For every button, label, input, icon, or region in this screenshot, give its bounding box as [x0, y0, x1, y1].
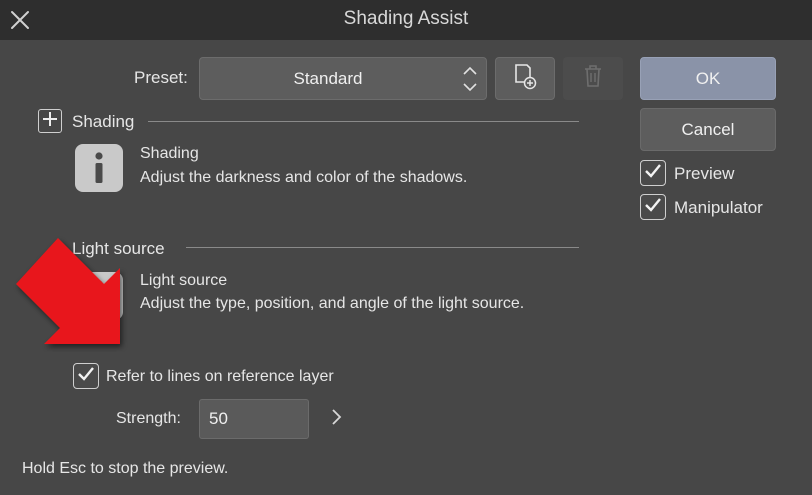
- reference-layer-checkbox[interactable]: [73, 363, 99, 389]
- light-section-header: Light source: [72, 239, 165, 258]
- strength-slider-toggle[interactable]: [322, 404, 350, 434]
- light-divider: [186, 247, 579, 248]
- footer-hint: Hold Esc to stop the preview.: [22, 460, 229, 477]
- add-preset-icon: [512, 62, 538, 95]
- preview-label: Preview: [674, 164, 735, 183]
- shading-expand-button[interactable]: [38, 109, 62, 133]
- title-bar: Shading Assist: [0, 0, 812, 40]
- info-icon: [75, 272, 123, 320]
- preset-label: Preset:: [134, 68, 188, 87]
- reference-layer-label: Refer to lines on reference layer: [106, 368, 334, 385]
- shading-divider: [148, 121, 579, 122]
- preset-select[interactable]: Standard: [199, 57, 487, 100]
- add-preset-button[interactable]: [495, 57, 555, 100]
- checkmark-icon: [76, 364, 96, 389]
- info-icon: [75, 144, 123, 192]
- plus-icon: [41, 110, 59, 133]
- checkmark-icon: [643, 195, 663, 220]
- manipulator-checkbox[interactable]: [640, 194, 666, 220]
- preset-value: Standard: [293, 68, 363, 88]
- manipulator-label: Manipulator: [674, 198, 763, 217]
- trash-icon: [581, 63, 605, 94]
- dialog-body: Preset: Standard OK Cancel Preview Manip…: [0, 40, 812, 495]
- shading-description: Adjust the darkness and color of the sha…: [140, 169, 468, 186]
- strength-label: Strength:: [116, 410, 181, 427]
- checkmark-icon: [643, 161, 663, 186]
- up-down-chevron-icon: [460, 64, 480, 94]
- delete-preset-button[interactable]: [563, 57, 623, 100]
- light-description: Adjust the type, position, and angle of …: [140, 295, 525, 312]
- shading-title: Shading: [140, 145, 199, 162]
- chevron-right-icon: [329, 407, 343, 432]
- strength-input[interactable]: 50: [199, 399, 309, 439]
- shading-section-header: Shading: [72, 112, 135, 131]
- preview-checkbox[interactable]: [640, 160, 666, 186]
- ok-button[interactable]: OK: [640, 57, 776, 100]
- light-title: Light source: [140, 272, 228, 289]
- cancel-button[interactable]: Cancel: [640, 108, 776, 151]
- window-title: Shading Assist: [343, 8, 469, 29]
